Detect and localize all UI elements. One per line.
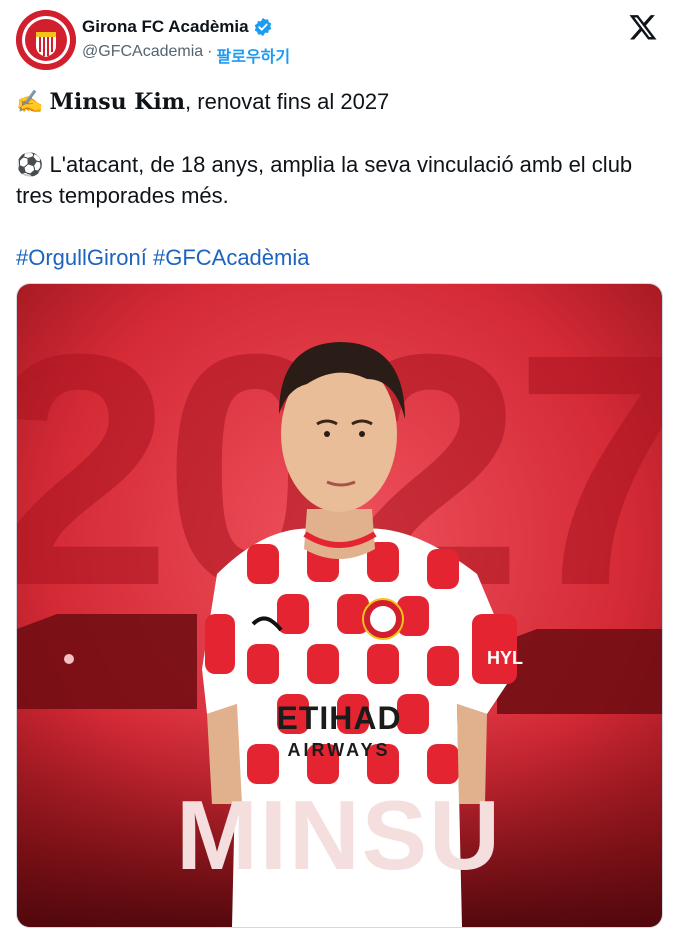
soccer-ball-emoji: ⚽	[16, 152, 44, 177]
x-logo-icon[interactable]	[628, 12, 658, 42]
tweet-line-1: ✍️ Minsu Kim, renovat fins al 2027	[16, 86, 666, 118]
hashtag-gfc-academia[interactable]: #GFCAcadèmia	[153, 245, 310, 270]
tweet-hashtags: #OrgullGironí #GFCAcadèmia	[16, 242, 666, 273]
tweet-line-2: ⚽ L'atacant, de 18 anys, amplia la seva …	[16, 149, 666, 211]
follow-button[interactable]: 팔로우하기	[217, 43, 291, 67]
writing-hand-emoji: ✍️	[16, 89, 44, 114]
tweet-media-image[interactable]: 2027	[16, 283, 663, 928]
account-handle[interactable]: @GFCAcademia	[82, 43, 203, 67]
sponsor-etihad: ETIHAD	[276, 700, 401, 736]
account-handle-row: @GFCAcademia · 팔로우하기	[82, 43, 290, 67]
sleeve-sponsor: HYL	[487, 648, 523, 668]
tweet-line-2-text: L'atacant, de 18 anys, amplia la seva vi…	[16, 152, 633, 208]
sponsor-airways: AIRWAYS	[287, 740, 390, 760]
stadium-light	[64, 654, 74, 664]
tweet-header: Girona FC Acadèmia @GFCAcademia · 팔로우하기	[16, 10, 666, 70]
hashtag-orgull-gironi[interactable]: #OrgullGironí	[16, 245, 147, 270]
player-name-graphic: MINSU	[176, 780, 502, 890]
tweet-body: ✍️ Minsu Kim, renovat fins al 2027 ⚽ L'a…	[16, 86, 666, 273]
account-name-row: Girona FC Acadèmia	[82, 17, 273, 37]
tweet-line-1-rest: , renovat fins al 2027	[185, 89, 390, 114]
player-name-bold: Minsu Kim	[49, 89, 186, 115]
club-crest-icon	[16, 10, 76, 70]
account-name[interactable]: Girona FC Acadèmia	[82, 17, 249, 37]
account-avatar[interactable]	[16, 10, 76, 70]
player-announcement-graphic: 2027	[17, 284, 662, 927]
verified-badge-icon	[254, 17, 271, 37]
separator-dot: ·	[207, 43, 213, 60]
